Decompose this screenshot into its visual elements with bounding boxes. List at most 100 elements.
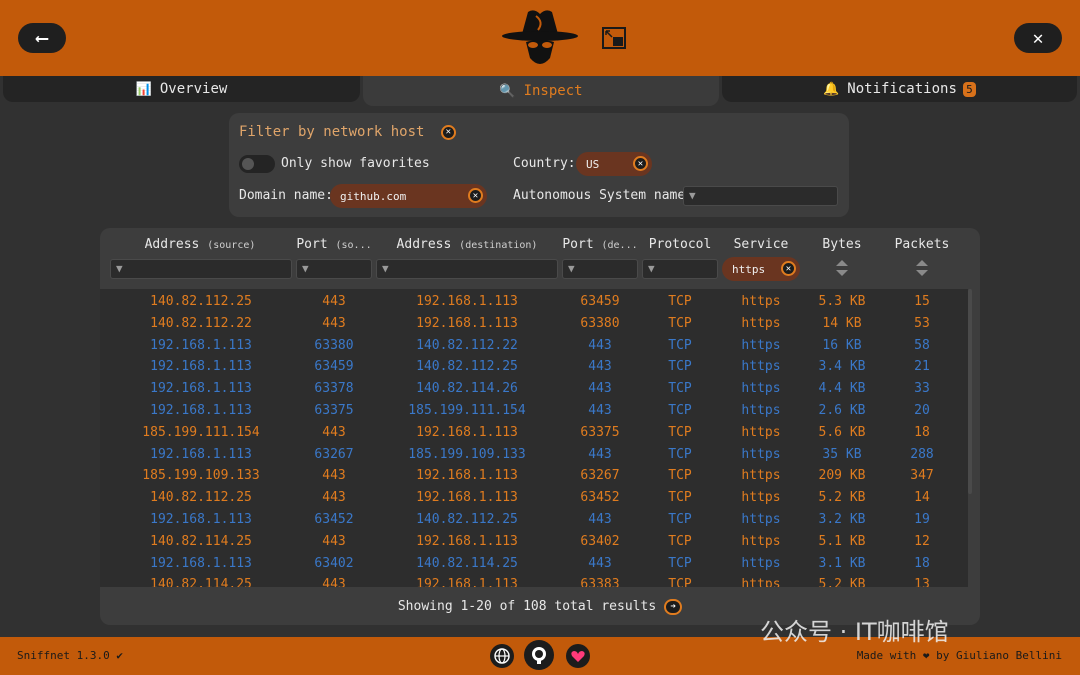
domain-input[interactable]: github.com ✕ — [330, 184, 487, 208]
cell-proto: TCP — [668, 533, 692, 549]
results-count: Showing 1-20 of 108 total results — [397, 599, 657, 614]
github-icon[interactable] — [524, 640, 554, 670]
cell-dport: 63375 — [580, 424, 620, 440]
filter-icon: ▼ — [648, 262, 655, 275]
cell-dport: 443 — [588, 512, 612, 527]
country-value: US — [586, 157, 600, 171]
table-body: 140.82.112.25 443 192.168.1.113 63459 TCP htt… — [100, 289, 968, 587]
table-row[interactable]: 140.82.112.25 443 192.168.1.113 63452 TCP htt… — [100, 487, 968, 509]
table-scrollbar[interactable] — [968, 289, 972, 494]
service-filter-value: https — [732, 262, 766, 276]
clear-domain-button[interactable]: ✕ — [468, 188, 483, 203]
col-header-dst-port[interactable]: Port (de... — [562, 237, 638, 252]
table-row[interactable]: 185.199.109.133 443 192.168.1.113 63267 TCP h… — [100, 465, 968, 487]
col-header-bytes[interactable]: Bytes — [804, 237, 880, 252]
cell-pkts: 20 — [914, 403, 930, 418]
clear-country-button[interactable]: ✕ — [633, 156, 648, 171]
table-row[interactable]: 140.82.114.25 443 192.168.1.113 63383 TCP htt… — [100, 574, 968, 587]
col-header-src-port[interactable]: Port (so... — [296, 237, 372, 252]
dst-address-filter[interactable]: ▼ — [376, 259, 558, 279]
cell-svc: https — [741, 468, 781, 484]
table-row[interactable]: 192.168.1.113 63402 140.82.114.25 443 TCP htt… — [100, 553, 968, 575]
country-input[interactable]: US ✕ — [576, 152, 652, 176]
cell-dport: 63380 — [580, 315, 620, 331]
back-button[interactable]: ⟵ — [18, 23, 66, 53]
globe-icon[interactable] — [490, 644, 514, 668]
cell-src: 140.82.112.25 — [150, 490, 252, 506]
app-header: ⟵ ✕ — [0, 0, 1080, 76]
tab-overview[interactable]: 📊 Overview — [3, 76, 360, 102]
table-row[interactable]: 192.168.1.113 63375 185.199.111.154 443 TCP h… — [100, 400, 968, 422]
table-row[interactable]: 192.168.1.113 63378 140.82.114.26 443 TCP htt… — [100, 378, 968, 400]
cell-dst: 192.168.1.113 — [416, 490, 518, 506]
table-row[interactable]: 140.82.112.25 443 192.168.1.113 63459 TCP htt… — [100, 291, 968, 313]
sort-bytes-icon[interactable] — [835, 259, 849, 277]
tab-notifications[interactable]: 🔔 Notifications 5 — [722, 76, 1077, 102]
col-header-dst-address[interactable]: Address (destination) — [376, 237, 558, 252]
src-port-filter[interactable]: ▼ — [296, 259, 372, 279]
cell-proto: TCP — [668, 512, 692, 527]
cell-pkts: 58 — [914, 337, 930, 353]
cell-dst: 192.168.1.113 — [416, 424, 518, 440]
bell-icon: 🔔 — [823, 81, 840, 97]
cell-dst: 140.82.112.22 — [416, 337, 518, 353]
tab-inspect[interactable]: 🔍 Inspect — [363, 76, 719, 106]
cell-dport: 443 — [588, 359, 612, 375]
asn-input[interactable]: ▼ — [683, 186, 838, 206]
cell-proto: TCP — [668, 555, 692, 571]
cell-pkts: 14 — [914, 490, 930, 506]
src-address-filter[interactable]: ▼ — [110, 259, 292, 279]
settings-button[interactable]: ✕ — [1014, 23, 1062, 53]
table-row[interactable]: 140.82.112.22 443 192.168.1.113 63380 TCP htt… — [100, 313, 968, 335]
col-header-service[interactable]: Service — [722, 237, 800, 252]
table-row[interactable]: 185.199.111.154 443 192.168.1.113 63375 TCP h… — [100, 422, 968, 444]
col-header-packets[interactable]: Packets — [884, 237, 960, 252]
cell-bytes: 3.2 KB — [818, 512, 866, 527]
cell-src: 140.82.112.25 — [150, 294, 252, 309]
cell-svc: https — [741, 381, 781, 397]
cell-proto: TCP — [668, 424, 692, 440]
cell-dst: 140.82.112.25 — [416, 512, 518, 527]
table-row[interactable]: 140.82.114.25 443 192.168.1.113 63402 TCP htt… — [100, 531, 968, 553]
sort-packets-icon[interactable] — [915, 259, 929, 277]
cell-sport: 63452 — [314, 512, 354, 527]
table-row[interactable]: 192.168.1.113 63459 140.82.112.25 443 TCP htt… — [100, 356, 968, 378]
table-row[interactable]: 192.168.1.113 63380 140.82.112.22 443 TCP htt… — [100, 335, 968, 357]
cell-sport: 443 — [322, 294, 346, 309]
protocol-filter[interactable]: ▼ — [642, 259, 718, 279]
col-header-src-address[interactable]: Address (source) — [110, 237, 290, 252]
filter-icon: ▼ — [116, 262, 123, 275]
cell-proto: TCP — [668, 446, 692, 462]
dst-port-filter[interactable]: ▼ — [562, 259, 638, 279]
cell-bytes: 3.4 KB — [818, 359, 866, 375]
cell-sport: 443 — [322, 577, 346, 587]
cell-dst: 140.82.112.25 — [416, 359, 518, 375]
cell-dport: 63452 — [580, 490, 620, 506]
filter-icon: ▼ — [382, 262, 389, 275]
picture-in-picture-icon[interactable] — [602, 27, 626, 49]
cell-pkts: 18 — [914, 424, 930, 440]
cell-svc: https — [741, 512, 781, 527]
clear-host-filter-button[interactable]: ✕ — [440, 124, 456, 140]
tab-overview-label: Overview — [159, 81, 228, 97]
col-header-protocol[interactable]: Protocol — [642, 237, 718, 252]
table-row[interactable]: 192.168.1.113 63267 185.199.109.133 443 TCP h… — [100, 444, 968, 466]
favorites-toggle[interactable] — [239, 155, 275, 173]
next-page-button[interactable]: ➜ — [664, 598, 683, 615]
clear-service-filter-button[interactable]: ✕ — [781, 261, 796, 276]
table-row[interactable]: 192.168.1.113 63452 140.82.112.25 443 TCP htt… — [100, 509, 968, 531]
cell-src: 140.82.112.22 — [150, 315, 252, 331]
cell-bytes: 14 KB — [822, 315, 862, 331]
cell-proto: TCP — [668, 294, 692, 309]
service-filter[interactable]: https ✕ — [722, 257, 800, 281]
filter-panel-title: Filter by network host ✕ — [239, 124, 456, 140]
cell-src: 192.168.1.113 — [150, 555, 252, 571]
cell-dport: 443 — [588, 446, 612, 462]
cell-dst: 192.168.1.113 — [416, 315, 518, 331]
cell-sport: 63378 — [314, 381, 354, 397]
cell-pkts: 347 — [910, 468, 934, 484]
cell-dst: 192.168.1.113 — [416, 294, 518, 309]
cell-sport: 443 — [322, 315, 346, 331]
cell-pkts: 288 — [910, 446, 934, 462]
heart-icon[interactable] — [566, 644, 590, 668]
